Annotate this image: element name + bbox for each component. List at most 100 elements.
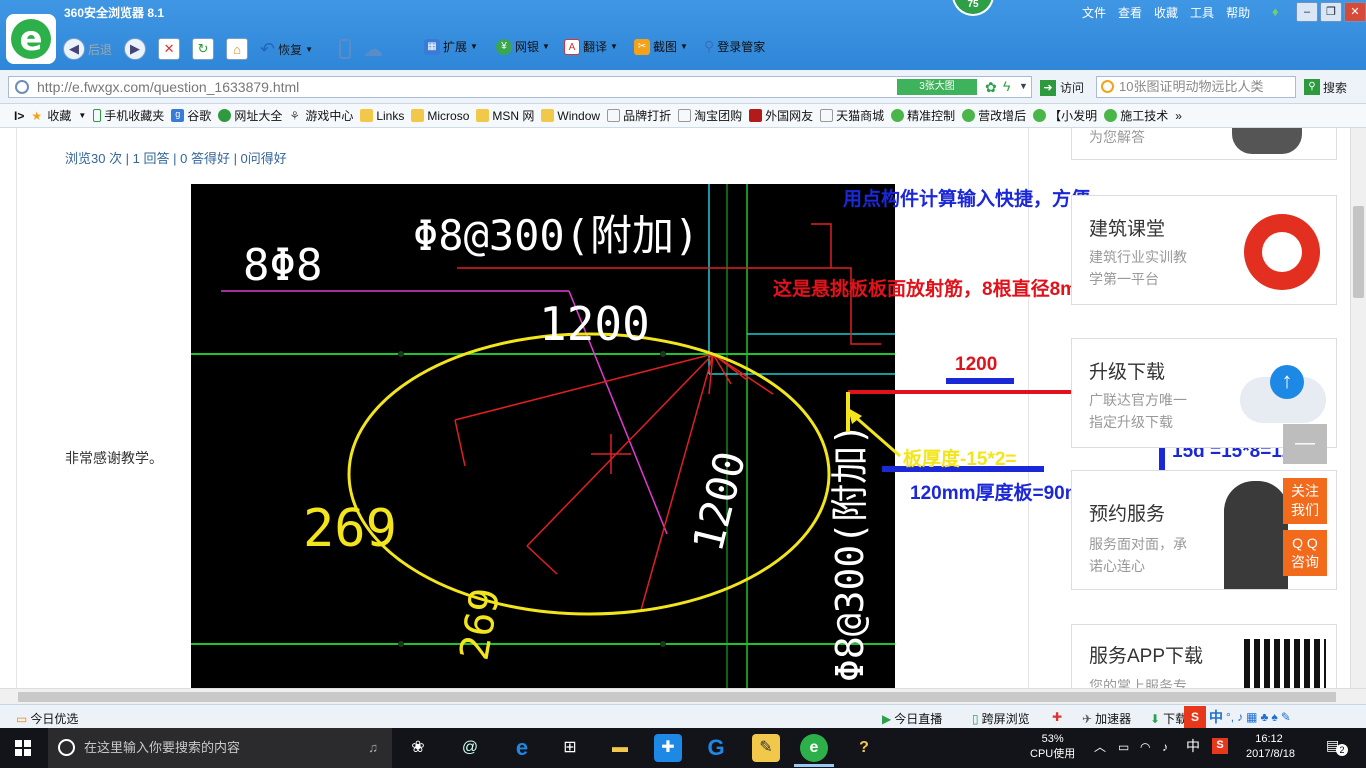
horizontal-scrollbar[interactable] — [0, 688, 1366, 704]
windows-start-icon[interactable] — [15, 740, 31, 756]
page-icon — [678, 109, 692, 122]
bookmark-invention[interactable]: 【小发明 — [1033, 107, 1104, 124]
chevron-down-icon: ▼ — [542, 42, 550, 51]
bookmark-favorites[interactable]: ★ 收藏 ▼ — [31, 107, 93, 124]
gift-icon: ▭ — [16, 711, 28, 726]
file-explorer-icon[interactable]: ▬ — [606, 734, 634, 762]
score-badge[interactable]: 75 — [952, 0, 994, 16]
menu-help[interactable]: 帮助 — [1226, 4, 1250, 21]
restore-tab-button[interactable]: ↶ 恢复 ▼ — [257, 37, 316, 62]
edge-icon[interactable]: e — [508, 734, 536, 762]
search-engine-icon — [1101, 80, 1114, 93]
clock[interactable]: 16:12 2017/8/18 — [1246, 732, 1295, 762]
menu-view[interactable]: 查看 — [1118, 4, 1142, 21]
input-language-indicator[interactable]: 中 — [1186, 739, 1200, 754]
follow-us-button[interactable]: 关注 我们 — [1283, 478, 1327, 524]
volume-icon[interactable]: ♪ — [1162, 740, 1168, 755]
extend-button[interactable]: ▦ 扩展 ▼ — [424, 38, 478, 55]
tshirt-icon[interactable]: ♦ — [1272, 4, 1279, 19]
bank-button[interactable]: ¥ 网银 ▼ — [496, 38, 550, 55]
collapse-sidebar-button[interactable]: — — [1283, 424, 1327, 464]
folder-icon — [411, 109, 425, 122]
bookmark-microsoft[interactable]: Microso — [411, 109, 476, 123]
big-image-button[interactable]: 3张大图 — [897, 79, 977, 95]
qq-consult-button[interactable]: Q Q 咨询 — [1283, 530, 1327, 576]
360-active-icon[interactable]: e — [800, 734, 828, 762]
rocket-icon: ✈ — [1082, 711, 1093, 726]
address-dropdown-icon[interactable]: ▼ — [1019, 81, 1028, 91]
translate-button[interactable]: A 翻译 ▼ — [564, 38, 618, 55]
store-icon[interactable]: ⊞ — [556, 734, 584, 762]
back-button[interactable]: ◀ 后退 — [60, 36, 115, 62]
today-live-button[interactable]: ▶ 今日直播 — [882, 710, 942, 727]
bookmark-windows[interactable]: Window — [541, 109, 607, 123]
wifi-icon[interactable]: ◠ — [1140, 740, 1150, 755]
browser-logo[interactable]: e — [6, 14, 56, 64]
vertical-scroll-thumb[interactable] — [1353, 206, 1364, 298]
tray-chevron-icon[interactable]: ︿ — [1094, 740, 1106, 755]
screenshot-button[interactable]: ✂ 截图 ▼ — [634, 38, 688, 55]
help-app-icon[interactable]: ? — [850, 734, 878, 762]
refresh-button[interactable]: ↻ — [189, 36, 217, 62]
status-bar: ▭ 今日优选 ▶ 今日直播 ▯ 跨屏浏览 ✚ ✈ 加速器 ⬇ 下载 S 中 °,… — [0, 704, 1366, 728]
login-manager-button[interactable]: ⚲ 登录管家 — [704, 38, 765, 55]
notification-count-badge: 2 — [1336, 744, 1348, 756]
search-input[interactable]: 10张图证明动物远比人类 — [1096, 76, 1296, 98]
download-button[interactable]: ⬇ 下载 — [1150, 710, 1187, 727]
restore-window-button[interactable]: ❐ — [1320, 2, 1342, 22]
bookmark-brand-discount[interactable]: 品牌打折 — [607, 107, 678, 124]
app-plus-icon[interactable]: ✚ — [654, 734, 682, 762]
accelerator-button[interactable]: ✈ 加速器 — [1082, 710, 1131, 727]
menu-file[interactable]: 文件 — [1082, 4, 1106, 21]
sidebar-card-classroom[interactable]: 建筑课堂 建筑行业实训教 学第一平台 — [1071, 195, 1337, 305]
bookmarks-more-icon[interactable]: » — [1175, 109, 1189, 123]
notes-app-icon[interactable]: ✎ — [752, 734, 780, 762]
cloud-button[interactable]: ☁ — [360, 35, 386, 64]
cpu-usage-indicator[interactable]: 53% CPU使用 — [1030, 732, 1075, 762]
chevron-down-icon: ▼ — [610, 42, 618, 51]
url-text[interactable]: http://e.fwxgx.com/question_1633879.html — [37, 79, 299, 95]
today-pick-button[interactable]: ▭ 今日优选 — [16, 710, 78, 727]
bookmark-construction[interactable]: 施工技术 — [1104, 107, 1175, 124]
sogou-tray-icon[interactable]: S — [1212, 738, 1228, 754]
speed-icon[interactable]: ✿ — [985, 79, 997, 96]
lightning-icon[interactable]: ϟ — [1003, 78, 1010, 94]
scissors-icon: ✂ — [634, 38, 650, 55]
task-view-icon[interactable]: ❀ — [404, 734, 432, 762]
g-app-icon[interactable]: G — [702, 734, 730, 762]
bookmark-games[interactable]: ⚘ 游戏中心 — [289, 107, 360, 124]
menu-favorites[interactable]: 收藏 — [1154, 4, 1178, 21]
vertical-scrollbar[interactable] — [1350, 128, 1366, 688]
bookmark-msn[interactable]: MSN 网 — [476, 107, 541, 124]
bookmark-sites[interactable]: 网址大全 — [218, 107, 289, 124]
ime-toolbar[interactable]: S 中 °, ♪ ▦ ♣ ♠ ✎ — [1184, 706, 1291, 728]
search-button[interactable]: ⚲ 搜索 — [1304, 79, 1347, 96]
horizontal-scroll-thumb[interactable] — [18, 692, 1336, 702]
cross-screen-button[interactable]: ▯ 跨屏浏览 — [972, 710, 1030, 727]
bookmark-foreign[interactable]: 外国网友 — [749, 107, 820, 124]
bookmark-vat[interactable]: 营改增后 — [962, 107, 1033, 124]
stop-button[interactable]: ✕ — [155, 36, 183, 62]
bookmark-tmall[interactable]: 天猫商城 — [820, 107, 891, 124]
sidebar-card-answer[interactable]: 为您解答 — [1071, 128, 1337, 160]
close-window-button[interactable]: ✕ — [1344, 2, 1366, 22]
bookmark-links[interactable]: Links — [360, 109, 411, 123]
phone-button[interactable] — [336, 37, 354, 61]
360-browser-task-icon[interactable]: @ — [456, 734, 484, 762]
forward-button[interactable]: ▶ — [121, 36, 149, 62]
home-button[interactable]: ⌂ — [223, 36, 251, 62]
address-bar[interactable]: http://e.fwxgx.com/question_1633879.html… — [8, 76, 1032, 98]
bookmark-mobile[interactable]: 手机收藏夹 — [93, 107, 171, 124]
sidebar-card-app[interactable]: 服务APP下载 您的掌上服务专 — [1071, 624, 1337, 688]
menu-tools[interactable]: 工具 — [1190, 4, 1214, 21]
security-icon[interactable]: ✚ — [1052, 710, 1062, 724]
minimize-button[interactable]: – — [1296, 2, 1318, 22]
microphone-icon: ♫ — [368, 740, 378, 755]
bookmark-precise[interactable]: 精准控制 — [891, 107, 962, 124]
bookmark-google[interactable]: g 谷歌 — [171, 107, 218, 124]
sidebar-toggle-icon[interactable]: I> — [14, 109, 31, 123]
taskbar-search-input[interactable]: 在这里输入你要搜索的内容 ♫ — [48, 728, 392, 768]
visit-button[interactable]: ➜ 访问 — [1040, 79, 1084, 96]
tray-app-icon[interactable]: ▭ — [1118, 740, 1129, 755]
bookmark-taobao[interactable]: 淘宝团购 — [678, 107, 749, 124]
